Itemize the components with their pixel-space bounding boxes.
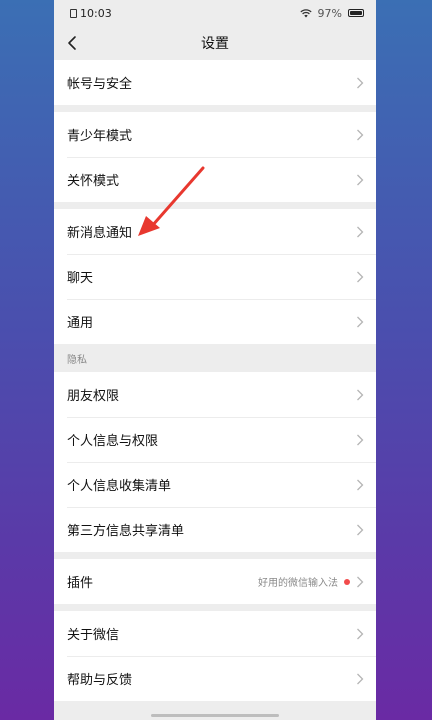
- chevron-right-icon: [357, 129, 364, 140]
- settings-item-personal-info-collection[interactable]: 个人信息收集清单: [54, 462, 376, 507]
- section-general: 新消息通知 聊天 通用: [54, 209, 376, 344]
- chevron-right-icon: [357, 389, 364, 400]
- settings-item-account-security[interactable]: 帐号与安全: [54, 60, 376, 105]
- chevron-right-icon: [357, 628, 364, 639]
- sim-card-icon: [70, 8, 77, 18]
- settings-item-about-wechat[interactable]: 关于微信: [54, 611, 376, 656]
- settings-item-personal-info-permissions[interactable]: 个人信息与权限: [54, 417, 376, 462]
- settings-item-plugins[interactable]: 插件 好用的微信输入法: [54, 559, 376, 604]
- status-bar: 10:03 97%: [54, 0, 376, 26]
- chevron-right-icon: [357, 524, 364, 535]
- settings-item-help-feedback[interactable]: 帮助与反馈: [54, 656, 376, 701]
- settings-item-chat[interactable]: 聊天: [54, 254, 376, 299]
- plugins-hint: 好用的微信输入法: [258, 578, 338, 589]
- section-privacy: 朋友权限 个人信息与权限 个人信息收集清单 第三方信息共享清单: [54, 372, 376, 552]
- chevron-right-icon: [357, 77, 364, 88]
- settings-item-youth-mode[interactable]: 青少年模式: [54, 112, 376, 157]
- home-indicator: [151, 714, 279, 717]
- nav-bar: 设置: [54, 26, 376, 60]
- wifi-icon: [299, 8, 312, 17]
- chevron-right-icon: [357, 576, 364, 587]
- section-modes: 青少年模式 关怀模式: [54, 112, 376, 202]
- settings-item-third-party-sharing[interactable]: 第三方信息共享清单: [54, 507, 376, 552]
- chevron-right-icon: [357, 673, 364, 684]
- chevron-right-icon: [357, 434, 364, 445]
- back-icon[interactable]: [64, 34, 82, 52]
- privacy-section-header: 隐私: [54, 344, 376, 372]
- chevron-right-icon: [357, 174, 364, 185]
- chevron-right-icon: [357, 271, 364, 282]
- red-dot-badge: [344, 578, 350, 585]
- chevron-right-icon: [357, 226, 364, 237]
- settings-item-new-message-notification[interactable]: 新消息通知: [54, 209, 376, 254]
- battery-icon: [348, 9, 364, 17]
- status-time: 10:03: [80, 6, 112, 20]
- section-account: 帐号与安全: [54, 60, 376, 105]
- chevron-right-icon: [357, 316, 364, 327]
- settings-item-care-mode[interactable]: 关怀模式: [54, 157, 376, 202]
- section-plugins: 插件 好用的微信输入法: [54, 559, 376, 604]
- settings-item-general[interactable]: 通用: [54, 299, 376, 344]
- settings-item-friend-permissions[interactable]: 朋友权限: [54, 372, 376, 417]
- battery-percent: 97%: [317, 6, 342, 20]
- section-about: 关于微信 帮助与反馈: [54, 611, 376, 701]
- chevron-right-icon: [357, 479, 364, 490]
- settings-screen: 10:03 97% 设置 帐号与安全 青少年模式 关怀模式 新消息通知 聊天 通…: [54, 0, 376, 720]
- page-title: 设置: [201, 36, 229, 52]
